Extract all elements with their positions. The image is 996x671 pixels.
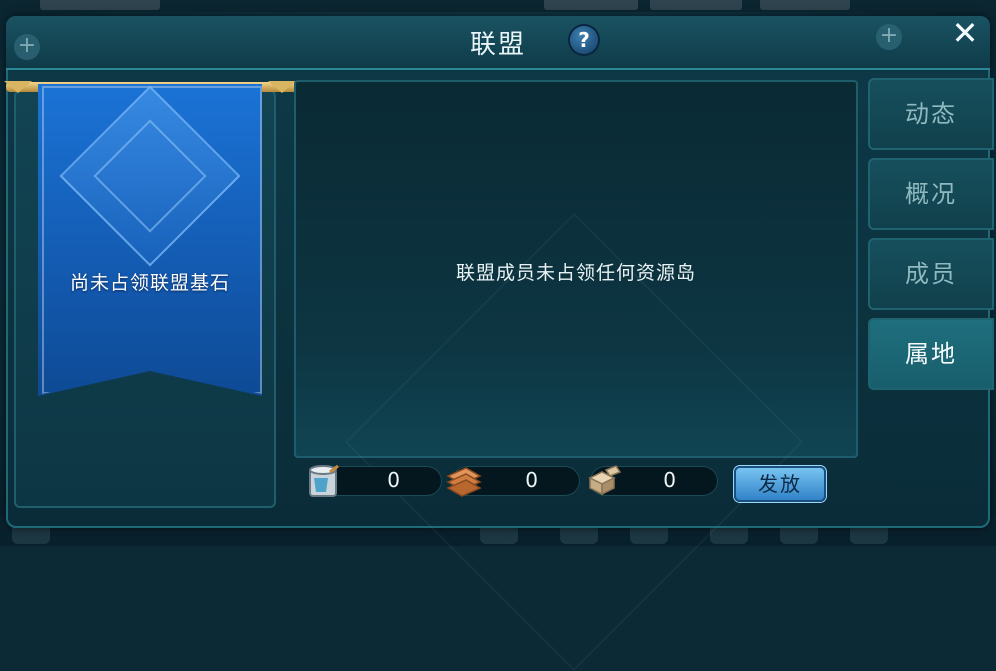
- paint-bucket-icon: [309, 464, 339, 497]
- territory-panel: 联盟成员未占领任何资源岛: [294, 80, 858, 671]
- background-chip: [650, 0, 742, 10]
- tab-members[interactable]: 成员: [868, 238, 994, 310]
- rod-end-left: [4, 81, 32, 93]
- wood-planks-icon: [446, 467, 482, 497]
- tab-activity[interactable]: 动态: [868, 78, 994, 150]
- background-chip: [760, 0, 850, 10]
- resource-value: 0: [387, 468, 400, 492]
- resource-value: 0: [525, 468, 538, 492]
- tab-overview[interactable]: 概况: [868, 158, 994, 230]
- background-top-strip: [0, 0, 996, 12]
- empty-message: 联盟成员未占领任何资源岛: [455, 262, 696, 284]
- background-chip: [40, 0, 160, 10]
- distribute-button[interactable]: 发放: [734, 466, 826, 502]
- banner-status-text: 尚未占领联盟基石: [69, 272, 230, 294]
- alliance-dialog: + + 联盟 ? ✕ 尚未占领联盟基石 联盟成员未占领任何资源岛 0 0 0 发…: [4, 16, 994, 671]
- stone-blocks-icon: [588, 465, 622, 496]
- resource-value: 0: [663, 468, 676, 492]
- banner-panel: 尚未占领联盟基石: [4, 81, 298, 508]
- dialog-title: 联盟: [469, 30, 526, 60]
- help-button[interactable]: ?: [570, 26, 598, 54]
- title-bar: + + 联盟 ? ✕: [6, 16, 990, 70]
- background-chip: [544, 0, 638, 10]
- resource-bar: 0 0 0 发放: [294, 460, 858, 506]
- tab-territory[interactable]: 属地: [868, 318, 994, 390]
- close-button[interactable]: ✕: [944, 16, 986, 52]
- rod-end-right: [268, 81, 296, 93]
